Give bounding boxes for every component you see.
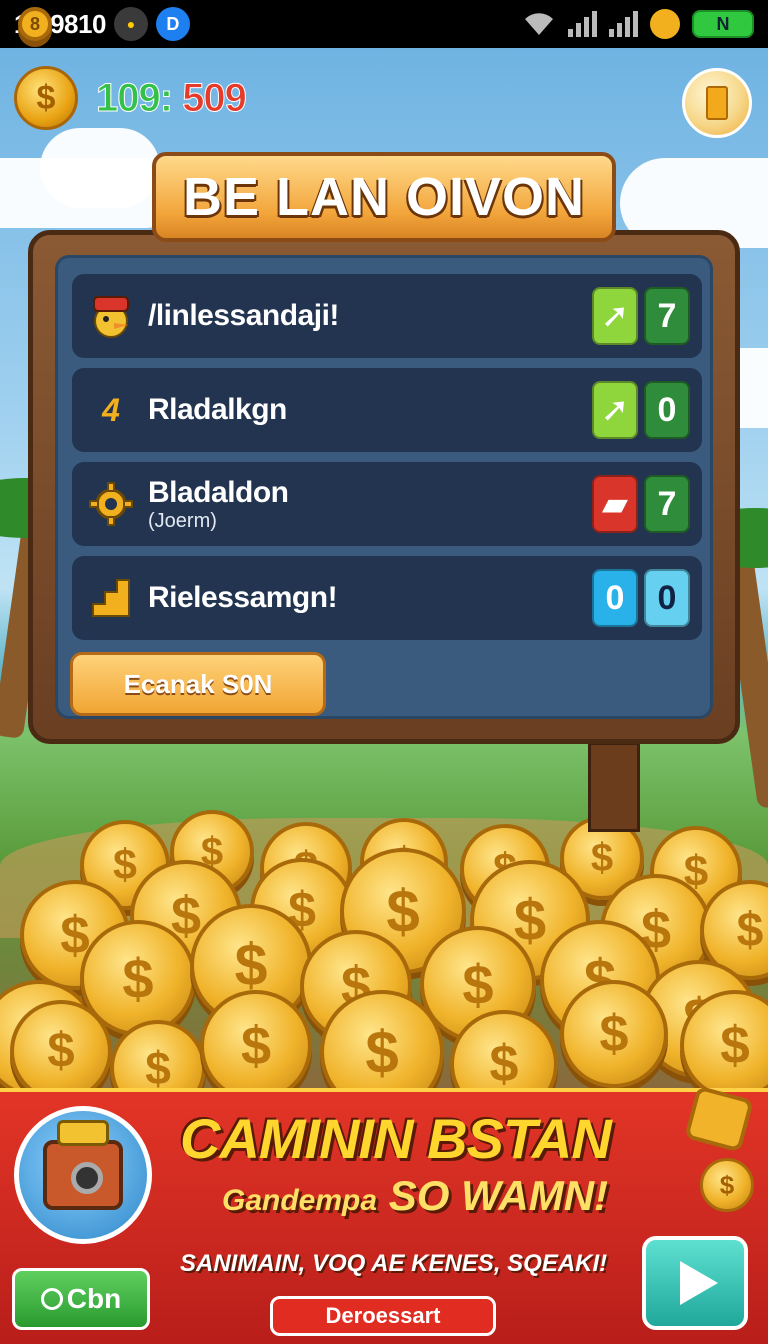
ad-secondary-label: Cbn — [66, 1283, 122, 1314]
row-tiles: ▰ 7 — [592, 475, 690, 533]
ad-subtitle-small: Gandempa — [222, 1184, 378, 1217]
row-text: Bladaldon (Joerm) — [148, 476, 289, 533]
status-bar: 14;9810 8 ● D N — [0, 0, 768, 48]
ad-banner[interactable]: CAMININ BSTAN Gandempa SO WAMN! SANIMAIN… — [0, 1085, 768, 1344]
player-name: Rladalkgn — [148, 393, 287, 426]
coin-icon: $ — [700, 1158, 754, 1212]
cloud — [40, 128, 160, 208]
list-item[interactable]: Bladaldon (Joerm) ▰ 7 — [72, 462, 702, 546]
coin-notification-icon: 8 — [18, 7, 52, 41]
shield-icon — [650, 9, 680, 39]
gold-bar-icon — [684, 1085, 754, 1153]
number-4-icon: 4 — [102, 391, 120, 428]
ad-secondary-button[interactable]: Cbn — [12, 1268, 150, 1330]
ad-cta-button[interactable]: Deroessart — [270, 1296, 496, 1336]
battery-icon: N — [692, 10, 754, 38]
score-tile: 0 — [644, 381, 690, 439]
coin-score: 109: 509 — [95, 76, 248, 121]
row-text: Rielessamgn! — [148, 581, 338, 615]
status-right: N — [522, 9, 754, 39]
ad-subtitle-big: SO WAMN! — [388, 1172, 609, 1219]
score-tile: 0 — [644, 569, 690, 627]
play-icon — [680, 1261, 718, 1305]
list-item[interactable]: /linlessandaji! ➚ 7 — [72, 274, 702, 358]
row-tiles: ➚ 0 — [592, 381, 690, 439]
score-right: 509 — [182, 76, 248, 121]
row-text: Rladalkgn — [148, 393, 287, 427]
coin: $ — [10, 1000, 112, 1102]
pirate-duck-icon — [84, 289, 138, 343]
circle-icon — [40, 1288, 63, 1310]
score-tile: 7 — [644, 287, 690, 345]
row-tiles: ➚ 7 — [592, 287, 690, 345]
player-name: /linlessandaji! — [148, 299, 339, 332]
ad-tagline: SANIMAIN, VOQ AE KENES, SQEAKI! — [180, 1250, 608, 1277]
arrow-tile-icon: ➚ — [592, 381, 638, 439]
stairs-icon — [84, 571, 138, 625]
camera-chest-icon — [43, 1120, 123, 1210]
row-tiles: 0 0 — [592, 569, 690, 627]
scroll-icon — [706, 86, 728, 120]
ad-title: CAMININ BSTAN — [180, 1107, 612, 1170]
chest-lid — [57, 1120, 109, 1146]
camera-lens — [71, 1162, 103, 1194]
row-text: /linlessandaji! — [148, 299, 339, 333]
signal-icon-2 — [609, 11, 638, 37]
signal-icon — [568, 11, 597, 37]
leaderboard-board: /linlessandaji! ➚ 7 4 Rladalkgn ➚ 0 Blad… — [28, 230, 740, 744]
score-tile: 7 — [644, 475, 690, 533]
player-name: Bladaldon — [148, 475, 289, 509]
leaderboard-panel: /linlessandaji! ➚ 7 4 Rladalkgn ➚ 0 Blad… — [55, 255, 713, 719]
board-title: BE LAN OIVON — [152, 152, 616, 242]
board-action-button[interactable]: Ecanak S0N — [70, 652, 326, 716]
signpost-post — [588, 742, 640, 832]
d-notification-icon: D — [155, 7, 190, 41]
ad-app-icon[interactable] — [14, 1106, 152, 1244]
coin: $ — [560, 980, 668, 1088]
currency-coin-icon: $ — [14, 66, 78, 130]
duck-notification-icon: ● — [113, 7, 148, 41]
player-subtitle: (Joerm) — [148, 509, 217, 532]
gold-bar-tile-icon: ▰ — [592, 475, 638, 533]
list-item[interactable]: Rielessamgn! 0 0 — [72, 556, 702, 640]
wifi-icon — [525, 13, 553, 35]
list-item[interactable]: 4 Rladalkgn ➚ 0 — [72, 368, 702, 452]
gear-icon — [84, 477, 138, 531]
ad-subtitle: Gandempa SO WAMN! — [222, 1172, 608, 1220]
score-tile: 0 — [592, 569, 638, 627]
menu-button[interactable] — [682, 68, 752, 138]
player-name: Rielessamgn! — [148, 581, 338, 614]
score-left: 109: — [95, 76, 173, 121]
ad-play-button[interactable] — [642, 1236, 748, 1330]
coin: $ — [200, 990, 312, 1102]
arrow-tile-icon: ➚ — [592, 287, 638, 345]
